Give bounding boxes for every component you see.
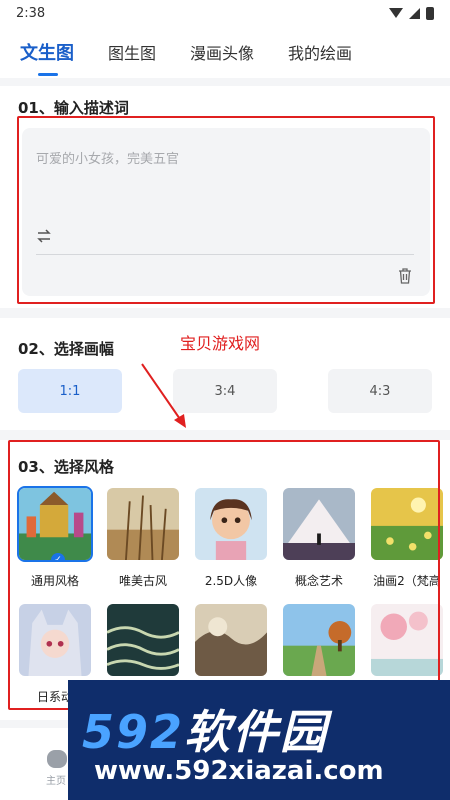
fantasy-castle-image: ✓ [17, 486, 93, 562]
sakura-painting-image [369, 602, 445, 678]
trash-icon[interactable] [398, 268, 412, 284]
ocean-waves-image [105, 602, 181, 678]
mountain-figure-image [281, 486, 357, 562]
style-card-park[interactable] [281, 602, 357, 688]
tab-image-to-image[interactable]: 图生图 [108, 26, 156, 78]
signal-icon [409, 7, 420, 19]
watermark-banner: 592软件园 www.592xiazai.com [68, 680, 450, 800]
style-label: 油画2（梵高 [373, 574, 441, 588]
style-card-concept[interactable]: 概念艺术 [281, 486, 357, 589]
nav-home-label[interactable]: 主页 [46, 772, 66, 787]
style-label: 通用风格 [30, 574, 79, 588]
prompt-divider [36, 254, 414, 255]
style-card-oil-painting[interactable]: 油画2（梵高 [369, 486, 445, 589]
watermark-url: www.592xiazai.com [94, 756, 384, 786]
park-path-image [281, 602, 357, 678]
style-label: 唯美古风 [118, 574, 167, 588]
style-card-2-5d[interactable]: 2.5D人像 [193, 486, 269, 589]
wifi-icon [389, 8, 403, 18]
watermark-logo: 592软件园 [82, 705, 329, 759]
tab-my-paintings[interactable]: 我的绘画 [288, 26, 352, 78]
prompt-placeholder: 可爱的小女孩，完美五官 [36, 152, 180, 167]
swap-icon[interactable] [36, 228, 52, 244]
style-section-title: 03、选择风格 [18, 458, 114, 476]
chat-icon[interactable] [47, 750, 67, 768]
top-tabs: 文生图 图生图 漫画头像 我的绘画 [0, 26, 450, 78]
status-time: 2:38 [16, 5, 46, 21]
style-card-ink[interactable] [193, 602, 269, 688]
cartoon-girl-image [193, 486, 269, 562]
selected-check-icon: ✓ [51, 553, 65, 560]
style-label: 概念艺术 [294, 574, 343, 588]
status-icons [389, 6, 434, 20]
ratio-option-1-1[interactable]: 1:1 [18, 369, 122, 413]
reeds-field-image [105, 486, 181, 562]
style-card-ocean[interactable] [105, 602, 181, 688]
ink-clouds-image [193, 602, 269, 678]
battery-icon [426, 6, 434, 20]
anime-fox-girl-image [17, 602, 93, 678]
style-label: 2.5D人像 [204, 574, 258, 588]
ratio-option-4-3[interactable]: 4:3 [328, 369, 432, 413]
tab-text-to-image[interactable]: 文生图 [20, 26, 74, 78]
style-card-sakura[interactable] [369, 602, 445, 688]
prompt-input[interactable]: 可爱的小女孩，完美五官 [22, 128, 430, 296]
style-card-general[interactable]: ✓ 通用风格 [17, 486, 93, 589]
annotation-arrow [141, 363, 186, 428]
ratio-section-title: 02、选择画幅 [18, 340, 114, 358]
annotation-text: 宝贝游戏网 [180, 334, 261, 353]
style-card-ancient[interactable]: 唯美古风 [105, 486, 181, 589]
prompt-section-title: 01、输入描述词 [18, 99, 129, 117]
tab-comic-avatar[interactable]: 漫画头像 [190, 26, 254, 78]
oil-painting-field-image [369, 486, 445, 562]
status-bar: 2:38 [0, 0, 450, 26]
